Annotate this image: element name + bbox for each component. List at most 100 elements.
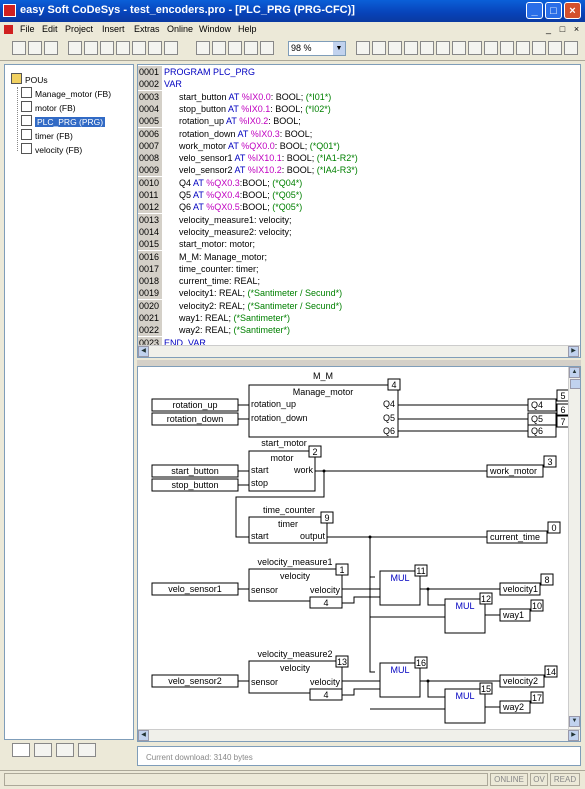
tree-item-velocity[interactable]: velocity (FB)	[21, 143, 82, 155]
insert-label-icon[interactable]	[420, 41, 434, 55]
step-icon[interactable]	[164, 41, 178, 55]
chevron-down-icon[interactable]: ▼	[333, 42, 345, 55]
code-line[interactable]: stop_button AT %IX0.1: BOOL; (*I02*)	[164, 103, 331, 115]
insert-input-icon[interactable]	[372, 41, 386, 55]
scroll-down-icon[interactable]: ▼	[569, 716, 580, 727]
insert-input-pin-icon[interactable]	[516, 41, 530, 55]
tree-item-plc-prg[interactable]: PLC_PRG (PRG)	[21, 115, 106, 127]
tab-pous-icon[interactable]	[12, 743, 30, 757]
code-line[interactable]: velo_sensor1 AT %IX10.1: BOOL; (*IA1-R2*…	[164, 152, 358, 164]
code-line[interactable]: VAR	[164, 78, 182, 90]
code-line[interactable]: Q4 AT %QX0.3:BOOL; (*Q04*)	[164, 177, 302, 189]
scroll-up-icon[interactable]: ▲	[569, 367, 580, 378]
mdi-minimize-icon[interactable]: _	[543, 24, 554, 35]
tree-root-pous[interactable]: POUs	[11, 73, 48, 85]
paste-icon[interactable]	[228, 41, 242, 55]
code-line[interactable]: velocity_measure1: velocity;	[164, 214, 292, 226]
tab-visualizations-icon[interactable]	[56, 743, 74, 757]
order-icon[interactable]	[548, 41, 562, 55]
zoom-select[interactable]: 98 % ▼	[288, 41, 346, 56]
connection-line[interactable]	[420, 680, 445, 698]
insert-jump-icon[interactable]	[404, 41, 418, 55]
code-line[interactable]: M_M: Manage_motor;	[164, 251, 267, 263]
pou-icon	[21, 129, 32, 140]
code-line[interactable]: start_button AT %IX0.0: BOOL; (*I01*)	[164, 91, 331, 103]
build-icon[interactable]	[68, 41, 82, 55]
tab-data-types-icon[interactable]	[34, 743, 52, 757]
code-line[interactable]: way2: REAL; (*Santimeter*)	[164, 324, 290, 336]
mdi-close-icon[interactable]: ×	[571, 24, 582, 35]
code-line[interactable]: velocity2: REAL; (*Santimeter / Secund*)	[164, 300, 342, 312]
junction-dot[interactable]	[322, 469, 326, 473]
cfc-canvas[interactable]: M_M Manage_motor 4 rotation_up rotation_down…	[138, 367, 568, 729]
menu-online[interactable]: Online	[167, 24, 193, 34]
scroll-left-icon[interactable]: ◀	[138, 730, 149, 741]
insert-output-icon[interactable]	[388, 41, 402, 55]
connection-line[interactable]	[369, 537, 375, 673]
tree-item-motor[interactable]: motor (FB)	[21, 101, 76, 113]
cfc-vertical-scrollbar[interactable]: ▲ ▼	[568, 367, 580, 729]
insert-output-pin-icon[interactable]	[532, 41, 546, 55]
tree-item-manage-motor[interactable]: Manage_motor (FB)	[21, 87, 111, 99]
save-icon[interactable]	[44, 41, 58, 55]
connection-line[interactable]	[420, 588, 445, 606]
tree-item-timer[interactable]: timer (FB)	[21, 129, 73, 141]
menu-help[interactable]: Help	[238, 24, 257, 34]
insert-return-icon[interactable]	[436, 41, 450, 55]
code-line[interactable]: start_motor: motor;	[164, 238, 255, 250]
code-line[interactable]: velocity_measure2: velocity;	[164, 226, 292, 238]
menu-window[interactable]: Window	[199, 24, 231, 34]
rebuild-icon[interactable]	[84, 41, 98, 55]
scroll-right-icon[interactable]: ▶	[568, 346, 579, 357]
login-icon[interactable]	[100, 41, 114, 55]
scroll-right-icon[interactable]: ▶	[568, 730, 579, 741]
code-line[interactable]: time_counter: timer;	[164, 263, 259, 275]
insert-box-icon[interactable]	[356, 41, 370, 55]
cfc-horizontal-scrollbar[interactable]: ◀ ▶	[138, 729, 580, 741]
macro-icon[interactable]	[564, 41, 578, 55]
close-icon[interactable]: ×	[564, 2, 581, 19]
cfc-editor[interactable]: M_M Manage_motor 4 rotation_up rotation_down…	[137, 366, 581, 742]
declaration-editor[interactable]: 0001 PROGRAM PLC_PRG 0002 VAR 0003 start_but…	[137, 64, 581, 358]
menu-file[interactable]: File	[20, 24, 35, 34]
enable-en-icon[interactable]	[500, 41, 514, 55]
mdi-restore-icon[interactable]: □	[557, 24, 568, 35]
junction-dot[interactable]	[426, 587, 430, 591]
code-line[interactable]: Q6 AT %QX0.5:BOOL; (*Q05*)	[164, 201, 302, 213]
set-reset-icon[interactable]	[484, 41, 498, 55]
find-icon[interactable]	[244, 41, 258, 55]
new-file-icon[interactable]	[12, 41, 26, 55]
negate-icon[interactable]	[468, 41, 482, 55]
copy-icon[interactable]	[212, 41, 226, 55]
code-line[interactable]: rotation_down AT %IX0.3: BOOL;	[164, 128, 312, 140]
stop-icon[interactable]	[148, 41, 162, 55]
tab-resources-icon[interactable]	[78, 743, 96, 757]
scroll-left-icon[interactable]: ◀	[138, 346, 149, 357]
code-line[interactable]: current_time: REAL;	[164, 275, 260, 287]
menu-edit[interactable]: Edit	[42, 24, 58, 34]
run-icon[interactable]	[132, 41, 146, 55]
menu-project[interactable]: Project	[65, 24, 93, 34]
code-line[interactable]: rotation_up AT %IX0.2: BOOL;	[164, 115, 301, 127]
code-line[interactable]: PROGRAM PLC_PRG	[164, 66, 255, 78]
menu-extras[interactable]: Extras	[134, 24, 160, 34]
junction-dot[interactable]	[426, 679, 430, 683]
insert-comment-icon[interactable]	[452, 41, 466, 55]
connection-line[interactable]	[342, 688, 380, 696]
code-line[interactable]: work_motor AT %QX0.0: BOOL; (*Q01*)	[164, 140, 340, 152]
minimize-icon[interactable]: _	[526, 2, 543, 19]
code-line[interactable]: Q5 AT %QX0.4:BOOL; (*Q05*)	[164, 189, 302, 201]
code-line[interactable]: velocity1: REAL; (*Santimeter / Secund*)	[164, 287, 342, 299]
junction-dot[interactable]	[368, 535, 372, 539]
code-line[interactable]: way1: REAL; (*Santimeter*)	[164, 312, 290, 324]
open-folder-icon[interactable]	[28, 41, 42, 55]
menu-insert[interactable]: Insert	[102, 24, 125, 34]
cut-icon[interactable]	[196, 41, 210, 55]
code-line[interactable]: velo_sensor2 AT %IX10.2: BOOL; (*IA4-R3*…	[164, 164, 358, 176]
maximize-icon[interactable]: □	[545, 2, 562, 19]
find-next-icon[interactable]	[260, 41, 274, 55]
logout-icon[interactable]	[116, 41, 130, 55]
connection-line[interactable]	[342, 596, 380, 604]
declaration-horizontal-scrollbar[interactable]: ◀ ▶	[138, 345, 580, 357]
scroll-thumb[interactable]	[570, 379, 580, 389]
